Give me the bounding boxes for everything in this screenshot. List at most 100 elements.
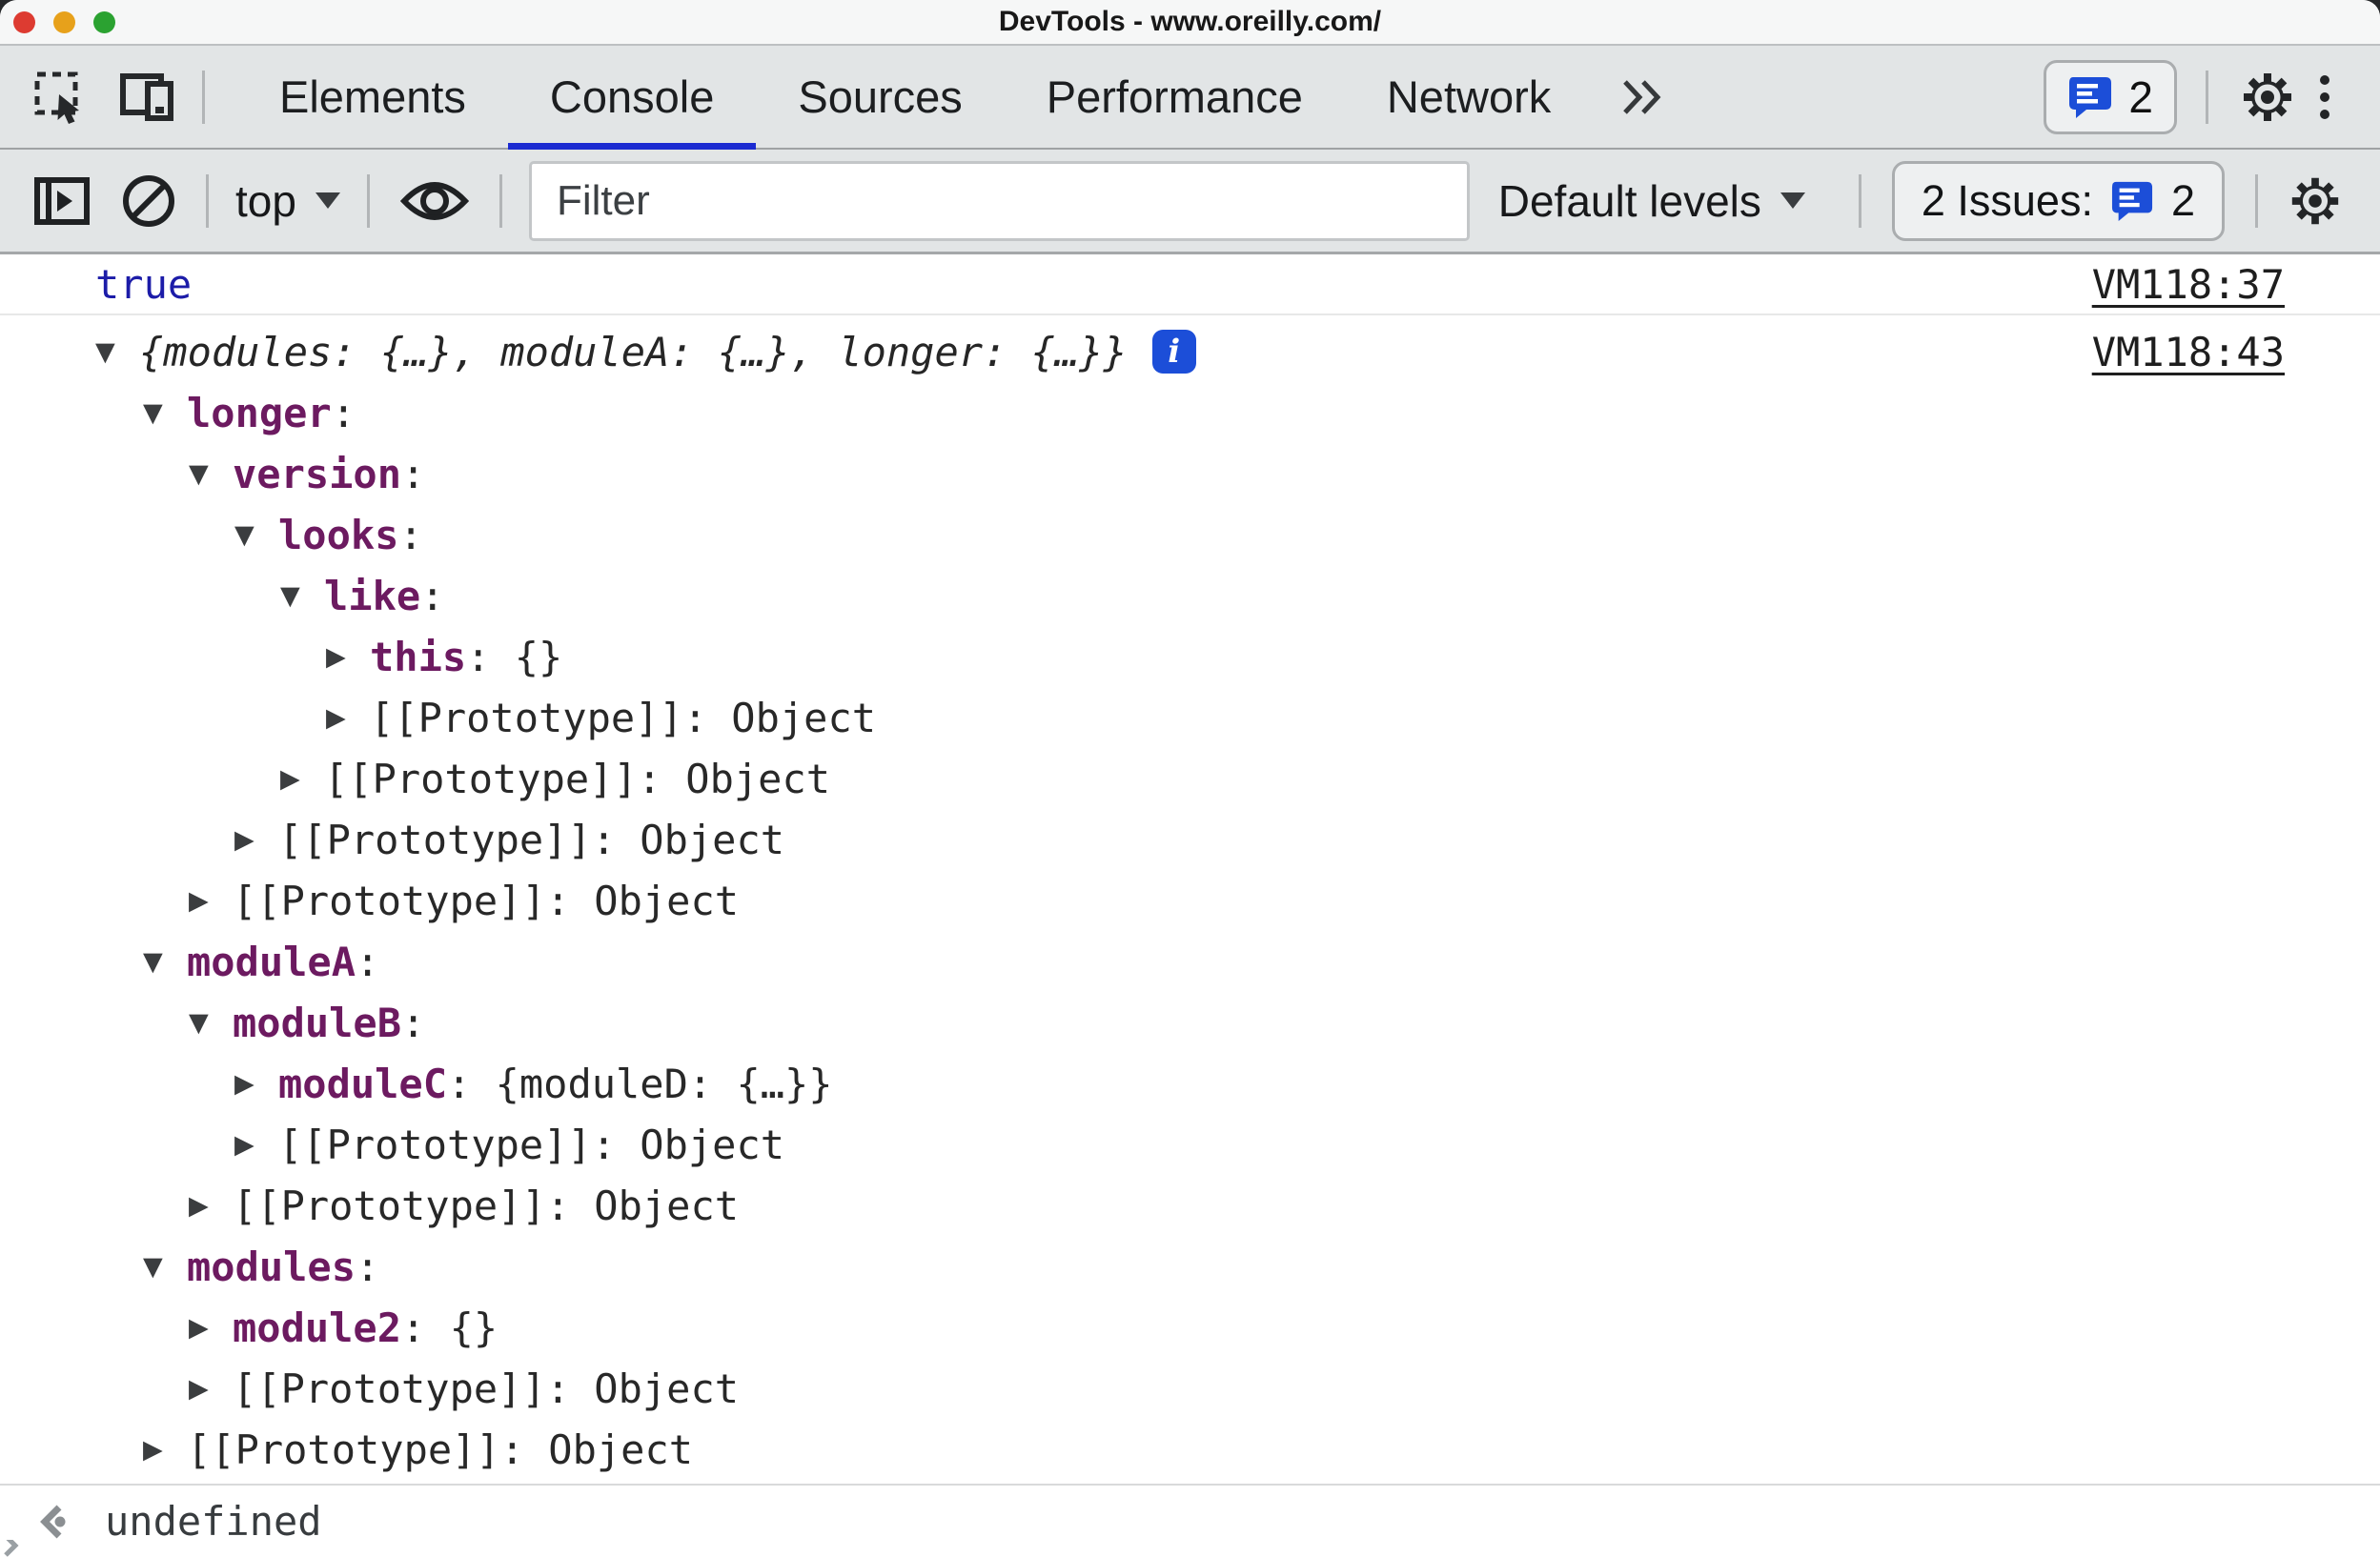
minimize-window-button[interactable] <box>53 11 75 33</box>
issues-count-button[interactable]: 2 <box>2044 60 2177 134</box>
console-output: true VM118:37 ▼ {modules: {…}, moduleA: … <box>0 254 2380 1557</box>
tree-row[interactable]: ▶module2: {} <box>95 1297 2285 1358</box>
expand-triangle-icon[interactable]: ▶ <box>234 1130 278 1160</box>
tree-row[interactable]: ▶[[Prototype]]: Object <box>95 1358 2285 1419</box>
tree-row[interactable]: ▶[[Prototype]]: Object <box>95 1419 2285 1480</box>
property-name: [[Prototype]] <box>233 1365 546 1412</box>
tree-row[interactable]: ▶moduleC: {moduleD: {…}} <box>95 1053 2285 1114</box>
collapse-triangle-icon[interactable]: ▼ <box>189 459 233 489</box>
tree-row[interactable]: ▼moduleA: <box>95 931 2285 992</box>
toolbar-separator <box>367 174 370 228</box>
issues-count: 2 <box>2128 71 2153 123</box>
property-value: : <box>356 939 379 985</box>
expand-triangle-icon[interactable]: ▶ <box>326 642 370 672</box>
more-options-button[interactable] <box>2298 67 2351 128</box>
undefined-result: undefined <box>105 1498 322 1545</box>
create-live-expression-button[interactable] <box>397 171 473 232</box>
issues-chat-icon <box>2110 180 2154 222</box>
tree-row[interactable]: ▼moduleB: <box>95 992 2285 1053</box>
toggle-device-toolbar-button[interactable] <box>116 66 179 129</box>
property-value: : Object <box>592 817 784 863</box>
tab-performance[interactable]: Performance <box>1005 46 1345 148</box>
expand-triangle-icon[interactable]: ▶ <box>189 1374 233 1404</box>
toolbar-separator <box>202 71 205 124</box>
chevron-down-icon <box>315 192 340 209</box>
close-window-button[interactable] <box>13 11 35 33</box>
tree-row[interactable]: ▶[[Prototype]]: Object <box>95 1175 2285 1236</box>
collapse-triangle-icon[interactable]: ▼ <box>95 337 139 367</box>
expand-triangle-icon[interactable]: ▶ <box>280 764 324 794</box>
window-title: DevTools - www.oreilly.com/ <box>999 6 1381 38</box>
collapse-triangle-icon[interactable]: ▼ <box>143 947 187 977</box>
tab-console[interactable]: Console <box>508 46 756 148</box>
property-name: [[Prototype]] <box>233 878 546 924</box>
log-levels-selector[interactable]: Default levels <box>1498 175 1805 227</box>
tree-rows: ▼longer:▼version:▼looks:▼like:▶this: {}▶… <box>95 382 2285 1480</box>
expand-triangle-icon[interactable]: ▶ <box>189 1313 233 1343</box>
tree-row[interactable]: ▶this: {} <box>95 626 2285 687</box>
toolbar-separator <box>2255 174 2258 228</box>
chevron-down-icon <box>1780 192 1805 209</box>
tree-row[interactable]: ▶[[Prototype]]: Object <box>95 687 2285 748</box>
tree-row[interactable]: ▼version: <box>95 443 2285 504</box>
toolbar-separator <box>2206 71 2208 124</box>
property-value: : Object <box>546 878 739 924</box>
sidebar-panel-icon <box>34 177 90 225</box>
javascript-context-selector[interactable]: top <box>235 175 340 227</box>
tree-row[interactable]: ▼longer: <box>95 382 2285 443</box>
source-link[interactable]: VM118:43 <box>2092 329 2285 375</box>
toolbar-separator <box>206 174 209 228</box>
tree-row[interactable]: ▼modules: <box>95 1236 2285 1297</box>
gear-icon <box>2238 68 2297 127</box>
info-badge-icon[interactable]: i <box>1152 330 1196 374</box>
tree-row[interactable]: ▶[[Prototype]]: Object <box>95 748 2285 809</box>
more-tabs-button[interactable] <box>1608 64 1675 131</box>
main-toolbar-right: 2 <box>2044 60 2351 134</box>
issues-chat-icon <box>2067 75 2113 119</box>
clear-console-button[interactable] <box>118 171 179 232</box>
tree-row[interactable]: ▶[[Prototype]]: Object <box>95 1114 2285 1175</box>
tree-row[interactable]: ▶[[Prototype]]: Object <box>95 870 2285 931</box>
console-message-true: true VM118:37 <box>0 254 2380 313</box>
issues-label: 2 Issues: <box>1922 176 2093 226</box>
device-toolbar-icon <box>119 72 176 122</box>
property-name: looks <box>278 512 398 558</box>
zoom-window-button[interactable] <box>93 11 115 33</box>
expand-triangle-icon[interactable]: ▶ <box>234 825 278 855</box>
expand-triangle-icon[interactable]: ▶ <box>234 1069 278 1099</box>
collapse-triangle-icon[interactable]: ▼ <box>143 1252 187 1282</box>
object-preview-row[interactable]: ▼ {modules: {…}, moduleA: {…}, longer: {… <box>95 321 2285 382</box>
collapse-triangle-icon[interactable]: ▼ <box>280 581 324 611</box>
collapse-triangle-icon[interactable]: ▼ <box>189 1008 233 1038</box>
toolbar-separator <box>499 174 502 228</box>
settings-gear-button[interactable] <box>2237 67 2298 128</box>
tab-network[interactable]: Network <box>1345 46 1593 148</box>
inspect-element-button[interactable] <box>29 66 92 129</box>
property-value: : <box>420 573 444 619</box>
source-link[interactable]: VM118:37 <box>2092 261 2285 308</box>
console-settings-gear-button[interactable] <box>2285 171 2346 232</box>
tree-row[interactable]: ▼like: <box>95 565 2285 626</box>
main-toolbar: Elements Console Sources Performance Net… <box>0 46 2380 150</box>
expand-triangle-icon[interactable]: ▶ <box>189 886 233 916</box>
context-label: top <box>235 175 296 227</box>
filter-input[interactable] <box>529 161 1470 241</box>
tab-elements[interactable]: Elements <box>237 46 508 148</box>
expand-triangle-icon[interactable]: ▶ <box>143 1435 187 1465</box>
tab-sources[interactable]: Sources <box>756 46 1004 148</box>
double-chevron-icon <box>1619 78 1663 116</box>
issues-button[interactable]: 2 Issues: 2 <box>1892 161 2225 241</box>
expand-triangle-icon[interactable]: ▶ <box>326 703 370 733</box>
expand-triangle-icon[interactable]: ▶ <box>189 1191 233 1221</box>
tree-row[interactable]: ▶[[Prototype]]: Object <box>95 809 2285 870</box>
property-name: this <box>370 634 466 680</box>
titlebar: DevTools - www.oreilly.com/ <box>0 0 2380 46</box>
collapse-triangle-icon[interactable]: ▼ <box>143 398 187 428</box>
object-preview: {modules: {…}, moduleA: {…}, longer: {…}… <box>139 329 1128 375</box>
property-value: : <box>401 1000 425 1046</box>
console-sidebar-toggle-button[interactable] <box>31 170 93 233</box>
tree-row[interactable]: ▼looks: <box>95 504 2285 565</box>
property-value: : <box>332 390 356 436</box>
prompt-chevron-cutoff-icon <box>2 1540 27 1557</box>
collapse-triangle-icon[interactable]: ▼ <box>234 520 278 550</box>
